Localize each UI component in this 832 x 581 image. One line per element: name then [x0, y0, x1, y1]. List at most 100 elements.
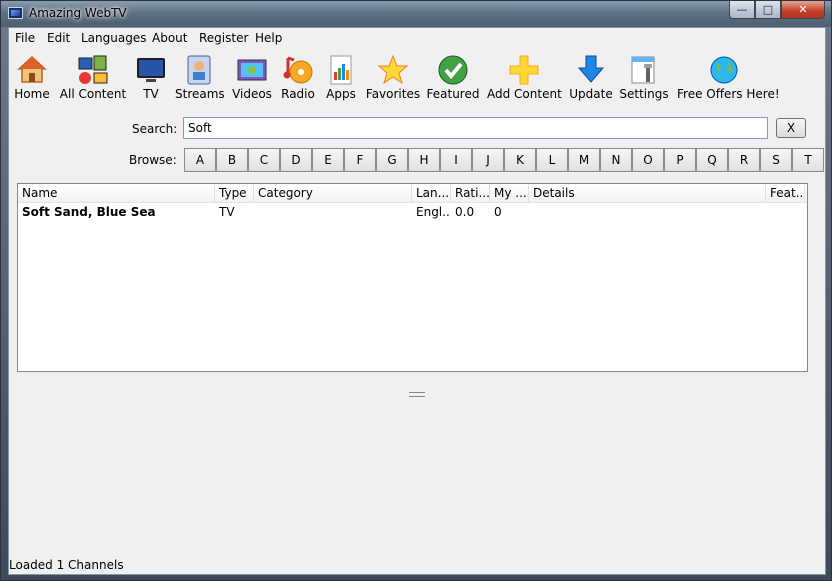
column-header-featured[interactable]: Feat...: [766, 184, 805, 203]
globe-icon: [708, 54, 740, 86]
app-tv-icon: [8, 7, 23, 19]
close-button[interactable]: ✕: [781, 1, 825, 19]
cell-rating: 0.0: [455, 205, 475, 219]
tv-icon: [135, 54, 167, 86]
browse-letter-j[interactable]: J: [472, 148, 504, 172]
toolbar-label: Favorites: [365, 87, 421, 101]
title-bar[interactable]: Amazing WebTV — □ ✕: [1, 1, 831, 27]
window-title: Amazing WebTV: [29, 6, 127, 20]
column-header-my-rating[interactable]: My ...: [490, 184, 529, 203]
settings-icon: [628, 54, 660, 86]
browse-letter-s[interactable]: S: [760, 148, 792, 172]
browse-letter-c[interactable]: C: [248, 148, 280, 172]
browse-letter-i[interactable]: I: [440, 148, 472, 172]
browse-letter-l[interactable]: L: [536, 148, 568, 172]
client-area: File Edit Languages About Register Help …: [8, 27, 826, 575]
toolbar-label: All Content: [59, 87, 127, 101]
download-arrow-icon: [575, 54, 607, 86]
toolbar-radio-button[interactable]: Radio: [279, 54, 317, 106]
table-header: Name Type Category Lan... Rati... My ...…: [18, 184, 807, 203]
browse-letter-g[interactable]: G: [376, 148, 408, 172]
toolbar-label: Settings: [619, 87, 669, 101]
toolbar-featured-button[interactable]: Featured: [425, 54, 481, 106]
cell-featured: [766, 204, 805, 222]
menu-file[interactable]: File: [15, 31, 35, 45]
search-label: Search:: [132, 122, 178, 136]
toolbar-home-button[interactable]: Home: [11, 54, 53, 106]
videos-icon: [236, 54, 268, 86]
toolbar-label: Free Offers Here!: [677, 87, 780, 101]
app-window: Amazing WebTV — □ ✕ File Edit Languages …: [0, 0, 832, 581]
browse-letter-m[interactable]: M: [568, 148, 600, 172]
menu-help[interactable]: Help: [255, 31, 282, 45]
toolbar-label: Update: [569, 87, 613, 101]
toolbar-label: Add Content: [487, 87, 562, 101]
toolbar-settings-button[interactable]: Settings: [619, 54, 669, 106]
menu-edit[interactable]: Edit: [47, 31, 70, 45]
toolbar-label: TV: [143, 87, 159, 101]
column-header-name[interactable]: Name: [18, 184, 215, 203]
toolbar-label: Videos: [232, 87, 272, 101]
column-header-details[interactable]: Details: [529, 184, 766, 203]
cell-my-rating: 0: [494, 205, 502, 219]
browse-letter-d[interactable]: D: [280, 148, 312, 172]
menu-about[interactable]: About: [152, 31, 187, 45]
toolbar-apps-button[interactable]: Apps: [323, 54, 359, 106]
minimize-button[interactable]: —: [729, 1, 755, 19]
browse-letter-n[interactable]: N: [600, 148, 632, 172]
column-header-rating[interactable]: Rati...: [451, 184, 490, 203]
menu-register[interactable]: Register: [199, 31, 248, 45]
browse-letter-q[interactable]: Q: [696, 148, 728, 172]
browse-letter-h[interactable]: H: [408, 148, 440, 172]
radio-icon: [282, 54, 314, 86]
cell-type: TV: [219, 205, 235, 219]
toolbar-label: Radio: [281, 87, 315, 101]
browse-letter-bar: A B C D E F G H I J K L M N O P Q R S T: [184, 148, 825, 172]
browse-letter-a[interactable]: A: [184, 148, 216, 172]
star-icon: [377, 54, 409, 86]
toolbar-label: Featured: [426, 87, 480, 101]
column-header-type[interactable]: Type: [215, 184, 254, 203]
browse-letter-f[interactable]: F: [344, 148, 376, 172]
table-row[interactable]: Soft Sand, Blue Sea TV Engl... 0.0 0: [18, 204, 807, 222]
toolbar-label: Apps: [326, 87, 356, 101]
browse-letter-e[interactable]: E: [312, 148, 344, 172]
search-input[interactable]: [183, 117, 768, 139]
toolbar-favorites-button[interactable]: Favorites: [365, 54, 421, 106]
maximize-button[interactable]: □: [755, 1, 781, 19]
cell-name: Soft Sand, Blue Sea: [22, 205, 156, 219]
browse-letter-p[interactable]: P: [664, 148, 696, 172]
column-header-language[interactable]: Lan...: [412, 184, 451, 203]
browse-letter-t[interactable]: T: [792, 148, 824, 172]
menu-languages[interactable]: Languages: [81, 31, 146, 45]
toolbar-label: Streams: [175, 87, 225, 101]
browse-letter-b[interactable]: B: [216, 148, 248, 172]
clear-search-button[interactable]: X: [776, 118, 806, 138]
apps-icon: [325, 54, 357, 86]
home-icon: [16, 54, 48, 86]
browse-label: Browse:: [129, 153, 177, 167]
toolbar-videos-button[interactable]: Videos: [231, 54, 273, 106]
toolbar-all-content-button[interactable]: All Content: [59, 54, 127, 106]
toolbar-tv-button[interactable]: TV: [133, 54, 169, 106]
panel-splitter-handle[interactable]: [409, 392, 425, 397]
menu-bar: File Edit Languages About Register Help: [9, 28, 825, 48]
cell-category: [254, 204, 412, 222]
toolbar-update-button[interactable]: Update: [569, 54, 613, 106]
browse-letter-r[interactable]: R: [728, 148, 760, 172]
browse-letter-k[interactable]: K: [504, 148, 536, 172]
column-header-category[interactable]: Category: [254, 184, 412, 203]
toolbar-streams-button[interactable]: Streams: [175, 54, 225, 106]
all-content-icon: [77, 54, 109, 86]
toolbar: Home All Content TV Streams Videos Radio…: [9, 50, 825, 108]
cell-details: [529, 204, 766, 222]
toolbar-free-offers-button[interactable]: Free Offers Here!: [677, 54, 780, 106]
toolbar-label: Home: [14, 87, 50, 101]
toolbar-add-content-button[interactable]: Add Content: [487, 54, 562, 106]
status-bar: Loaded 1 Channels: [9, 558, 124, 572]
cell-language: Engl...: [416, 205, 451, 219]
browse-letter-o[interactable]: O: [632, 148, 664, 172]
channel-table: Name Type Category Lan... Rati... My ...…: [17, 183, 808, 372]
streams-icon: [183, 54, 215, 86]
checkmark-icon: [437, 54, 469, 86]
